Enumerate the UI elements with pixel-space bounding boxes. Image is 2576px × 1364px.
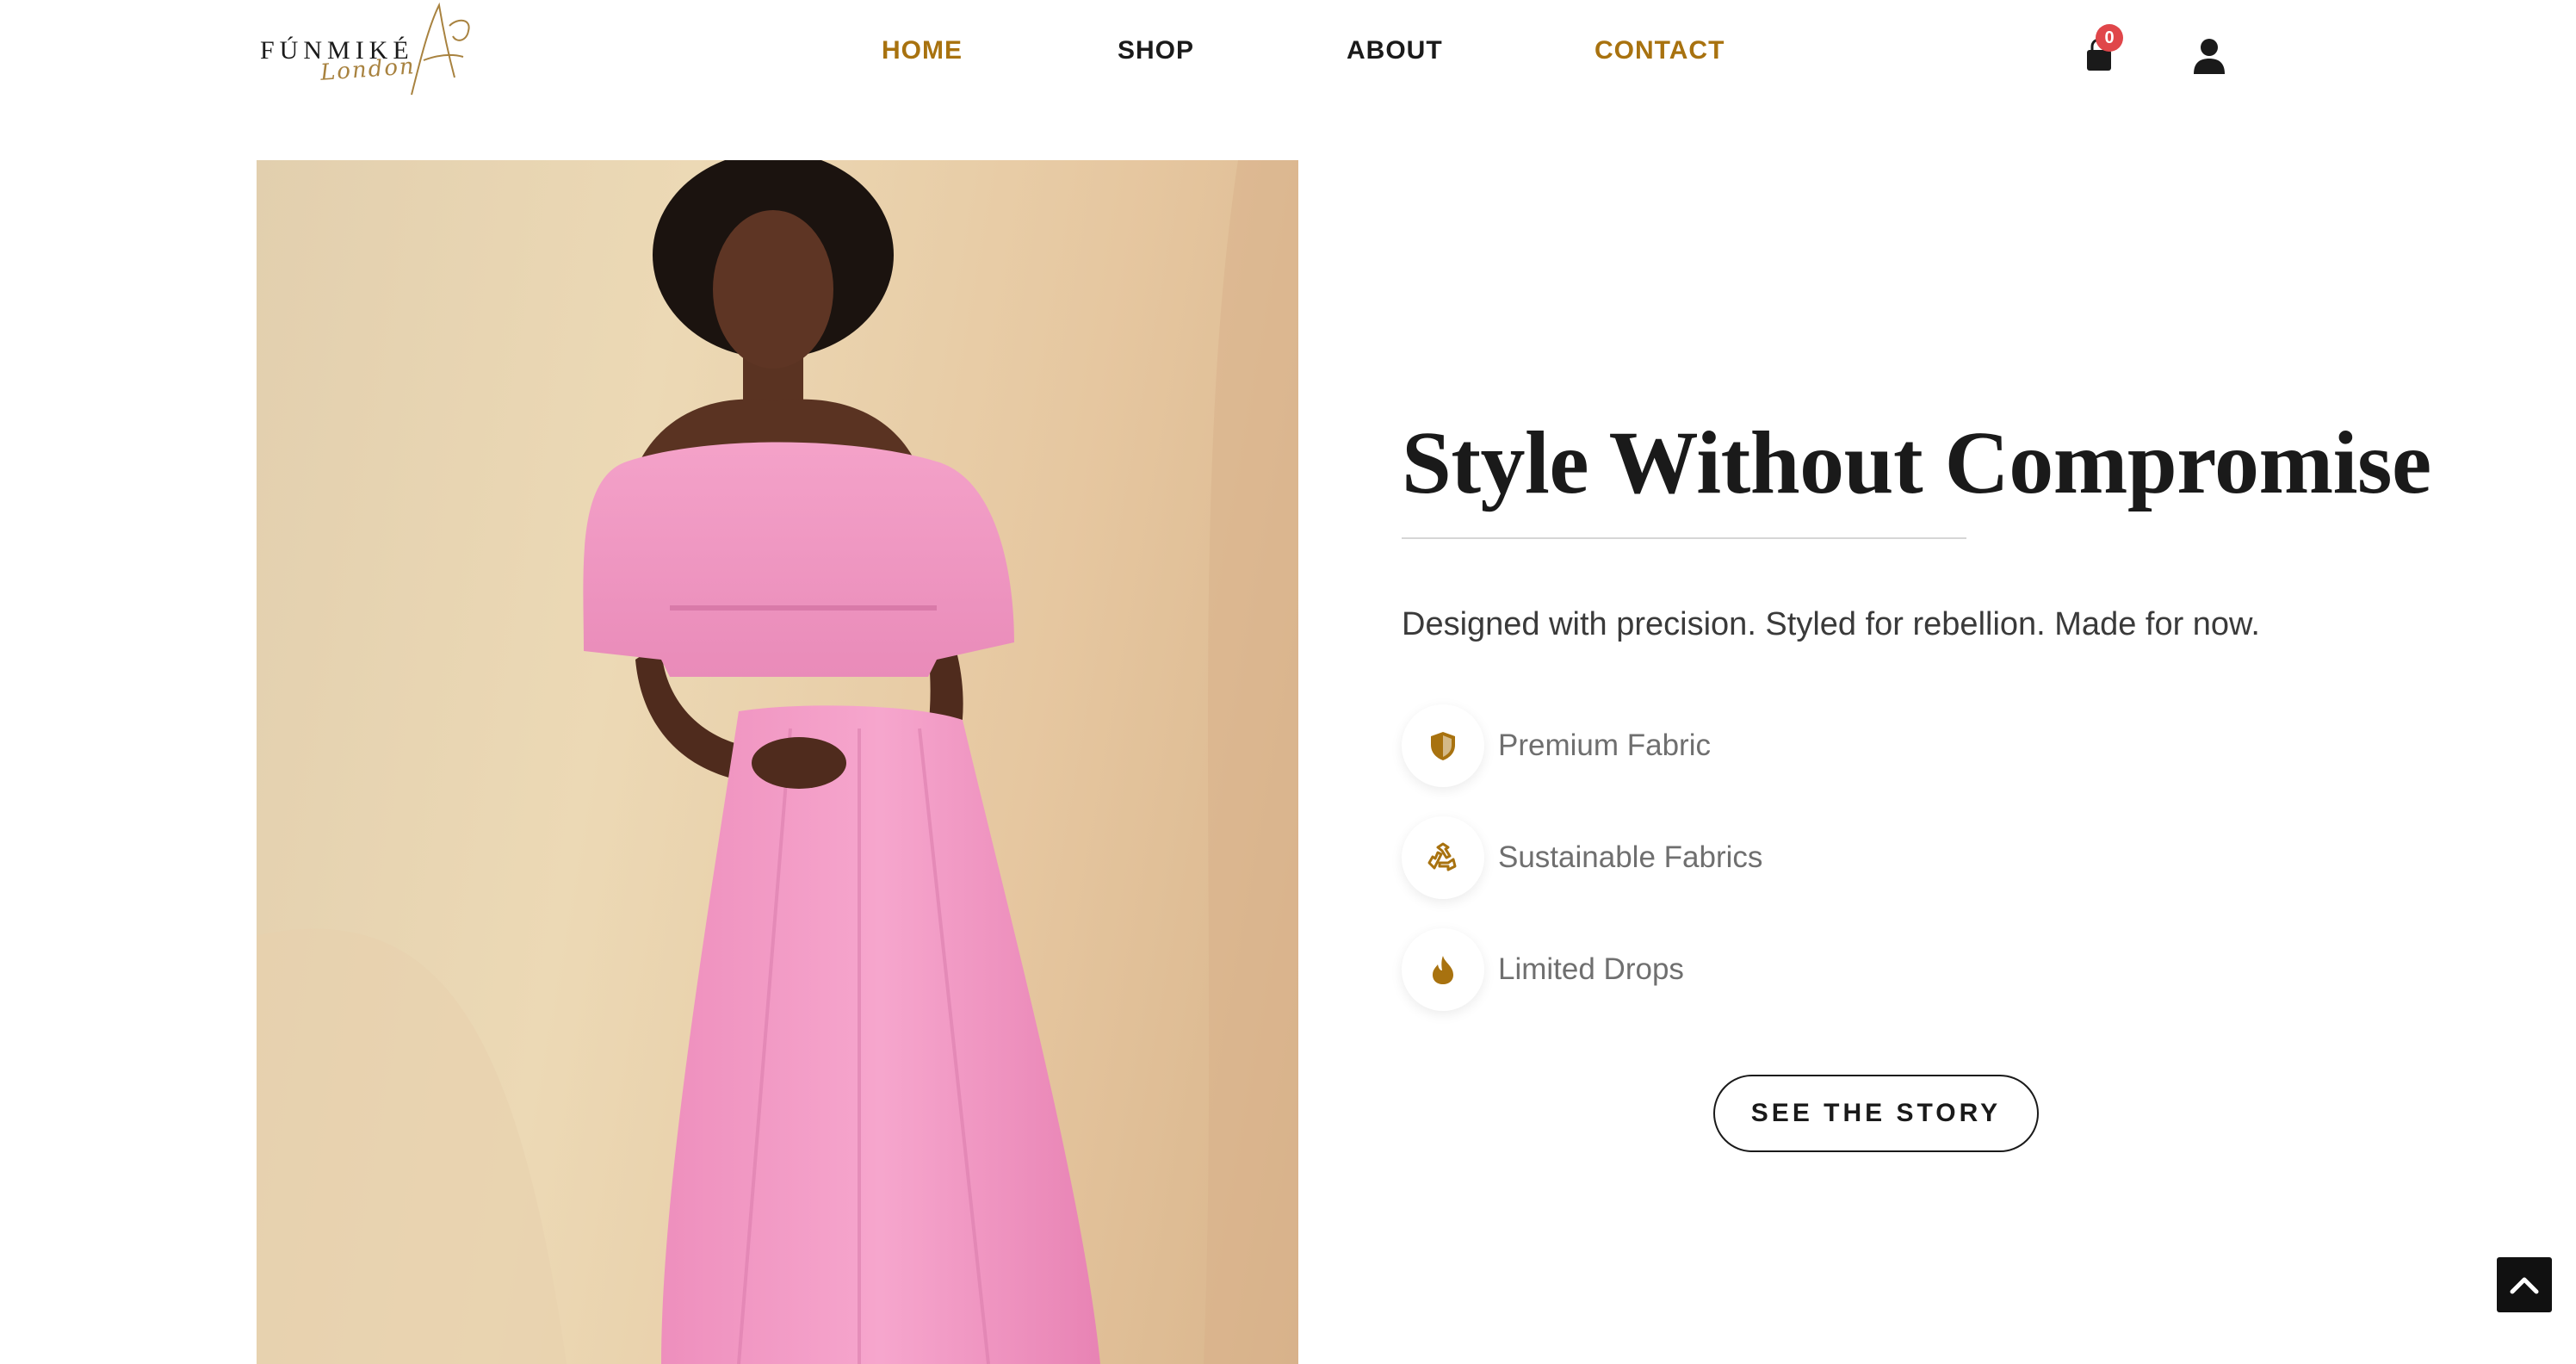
feature-icon-badge bbox=[1402, 928, 1484, 1011]
see-the-story-button[interactable]: SEE THE STORY bbox=[1713, 1075, 2039, 1152]
nav-shop[interactable]: SHOP bbox=[1118, 36, 1194, 65]
hero-title: Style Without Compromise bbox=[1402, 413, 2431, 512]
cart-count-badge: 0 bbox=[2096, 24, 2123, 52]
account-button[interactable] bbox=[2192, 38, 2226, 74]
hero-image bbox=[257, 160, 1298, 1364]
feature-label: Premium Fabric bbox=[1498, 728, 1711, 762]
logo-flourish-icon bbox=[411, 2, 470, 96]
brand-logo[interactable]: FÚNMIKÉ London bbox=[257, 0, 482, 102]
feature-limited-drops: Limited Drops bbox=[1402, 928, 2090, 1011]
feature-premium-fabric: Premium Fabric bbox=[1402, 704, 2090, 787]
nav-home[interactable]: HOME bbox=[882, 36, 963, 65]
flame-icon bbox=[1433, 956, 1453, 984]
user-icon bbox=[2194, 39, 2225, 74]
feature-sustainable-fabrics: Sustainable Fabrics bbox=[1402, 816, 2090, 899]
model-photo bbox=[257, 160, 1298, 1364]
shield-icon bbox=[1431, 732, 1455, 760]
feature-label: Limited Drops bbox=[1498, 952, 1684, 986]
nav-contact[interactable]: CONTACT bbox=[1595, 36, 1725, 65]
title-divider bbox=[1402, 537, 1966, 539]
feature-icon-badge bbox=[1402, 816, 1484, 899]
nav-about[interactable]: ABOUT bbox=[1347, 36, 1443, 65]
hero-subtitle: Designed with precision. Styled for rebe… bbox=[1402, 606, 2260, 642]
chevron-up-icon bbox=[2510, 1277, 2539, 1294]
feature-icon-badge bbox=[1402, 704, 1484, 787]
recycle-icon bbox=[1427, 842, 1457, 871]
site-header: FÚNMIKÉ London HOME SHOP ABOUT CONTACT 0 bbox=[0, 0, 2576, 121]
back-to-top-button[interactable] bbox=[2497, 1257, 2552, 1312]
feature-label: Sustainable Fabrics bbox=[1498, 840, 1763, 874]
